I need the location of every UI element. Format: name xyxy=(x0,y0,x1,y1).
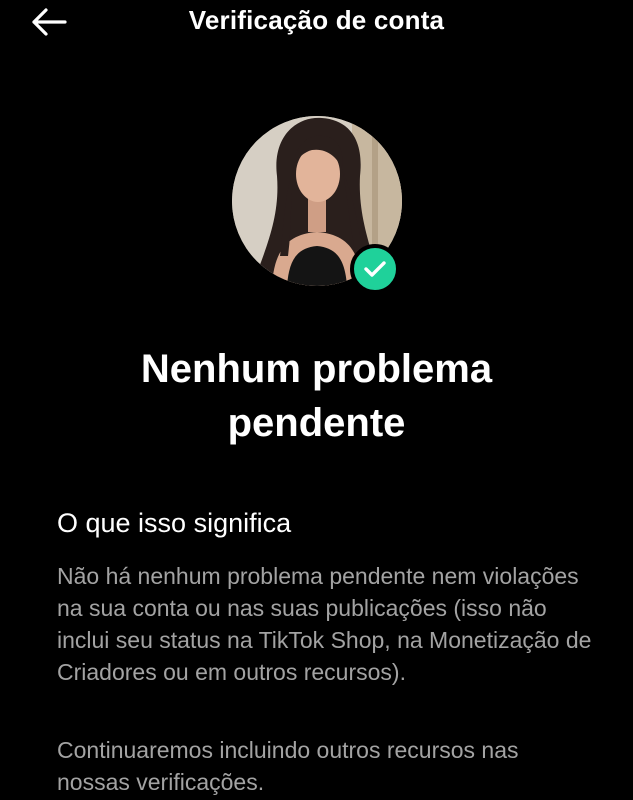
check-icon xyxy=(364,261,386,277)
status-title-line2: pendente xyxy=(227,401,406,445)
section-heading: O que isso significa xyxy=(57,508,292,538)
header-bar: Verificação de conta xyxy=(0,0,633,46)
avatar-container xyxy=(232,116,402,294)
status-title: Nenhum problema pendente xyxy=(0,342,633,450)
description-paragraph: Não há nenhum problema pendente nem viol… xyxy=(57,563,592,685)
page-title: Verificação de conta xyxy=(188,5,445,35)
status-title-line1: Nenhum problema xyxy=(140,347,493,391)
info-paragraph: Continuaremos incluindo outros recursos … xyxy=(57,737,519,795)
verified-badge xyxy=(350,244,400,294)
